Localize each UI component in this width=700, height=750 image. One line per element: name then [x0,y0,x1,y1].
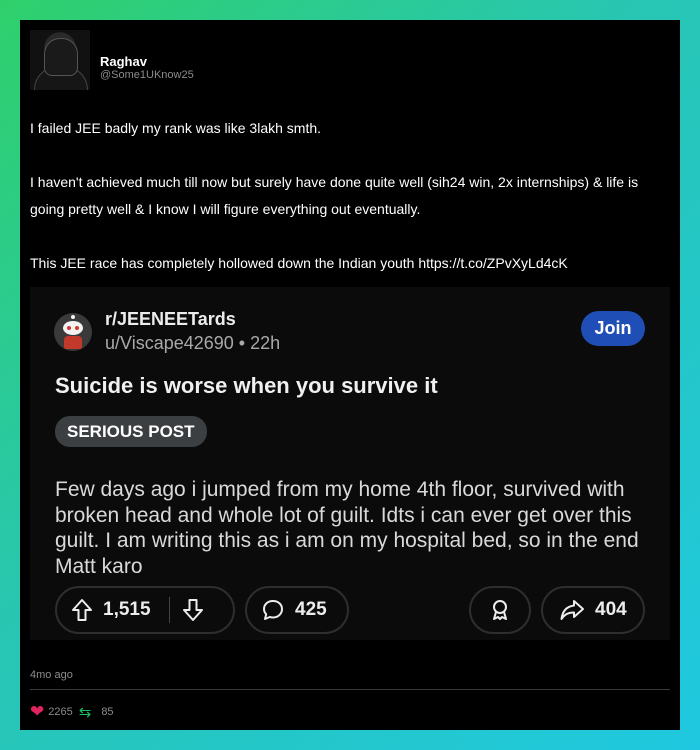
tweet-text: I failed JEE badly my rank was like 3lak… [30,115,670,277]
share-button[interactable]: 404 [541,586,645,634]
vote-control: 1,515 [55,586,235,634]
tweet-paragraph: This JEE race has completely hollowed do… [30,255,568,271]
tweet-paragraph: I failed JEE badly my rank was like 3lak… [30,120,322,136]
share-count: 404 [595,599,627,620]
comment-count: 425 [295,599,327,620]
award-icon [488,598,512,622]
post-meta: u/Viscape42690 • 22h [105,333,280,354]
like-count: 2265 [48,706,73,718]
downvote-icon[interactable] [182,598,204,622]
author-handle[interactable]: @Some1UKnow25 [100,69,194,81]
post-title[interactable]: Suicide is worse when you survive it [55,373,438,399]
profile-avatar[interactable] [30,30,90,90]
divider [30,689,670,690]
meta-separator: • [238,333,251,353]
retweet-count: 85 [101,706,114,718]
vote-separator [168,597,170,623]
comment-icon [261,598,285,622]
author-name[interactable]: Raghav [100,54,147,69]
post-body: Few days ago i jumped from my home 4th f… [55,478,639,578]
upvote-icon[interactable] [71,598,93,622]
post-flair: SERIOUS POST [55,416,207,447]
engagement-stats: ❤ 2265 ⇆ 85 [30,703,114,721]
comments-button[interactable]: 425 [245,586,349,634]
post-age: 22h [250,333,281,353]
join-button[interactable]: Join [581,311,645,346]
vote-count: 1,515 [103,599,151,620]
heart-icon[interactable]: ❤ [30,703,44,720]
post-username[interactable]: u/Viscape42690 [105,333,234,353]
share-icon [559,598,585,622]
embedded-reddit-post[interactable]: r/JEENEETards u/Viscape42690 • 22h Join … [30,287,670,640]
tweet-paragraph: I haven't achieved much till now but sur… [30,174,639,217]
tweet-timestamp[interactable]: 4mo ago [30,669,73,681]
subreddit-name[interactable]: r/JEENEETards [105,309,236,330]
subreddit-avatar[interactable] [54,313,92,351]
award-button[interactable] [469,586,531,634]
tweet-card: Raghav @Some1UKnow25 I failed JEE badly … [20,20,680,730]
retweet-icon[interactable]: ⇆ [79,703,92,721]
